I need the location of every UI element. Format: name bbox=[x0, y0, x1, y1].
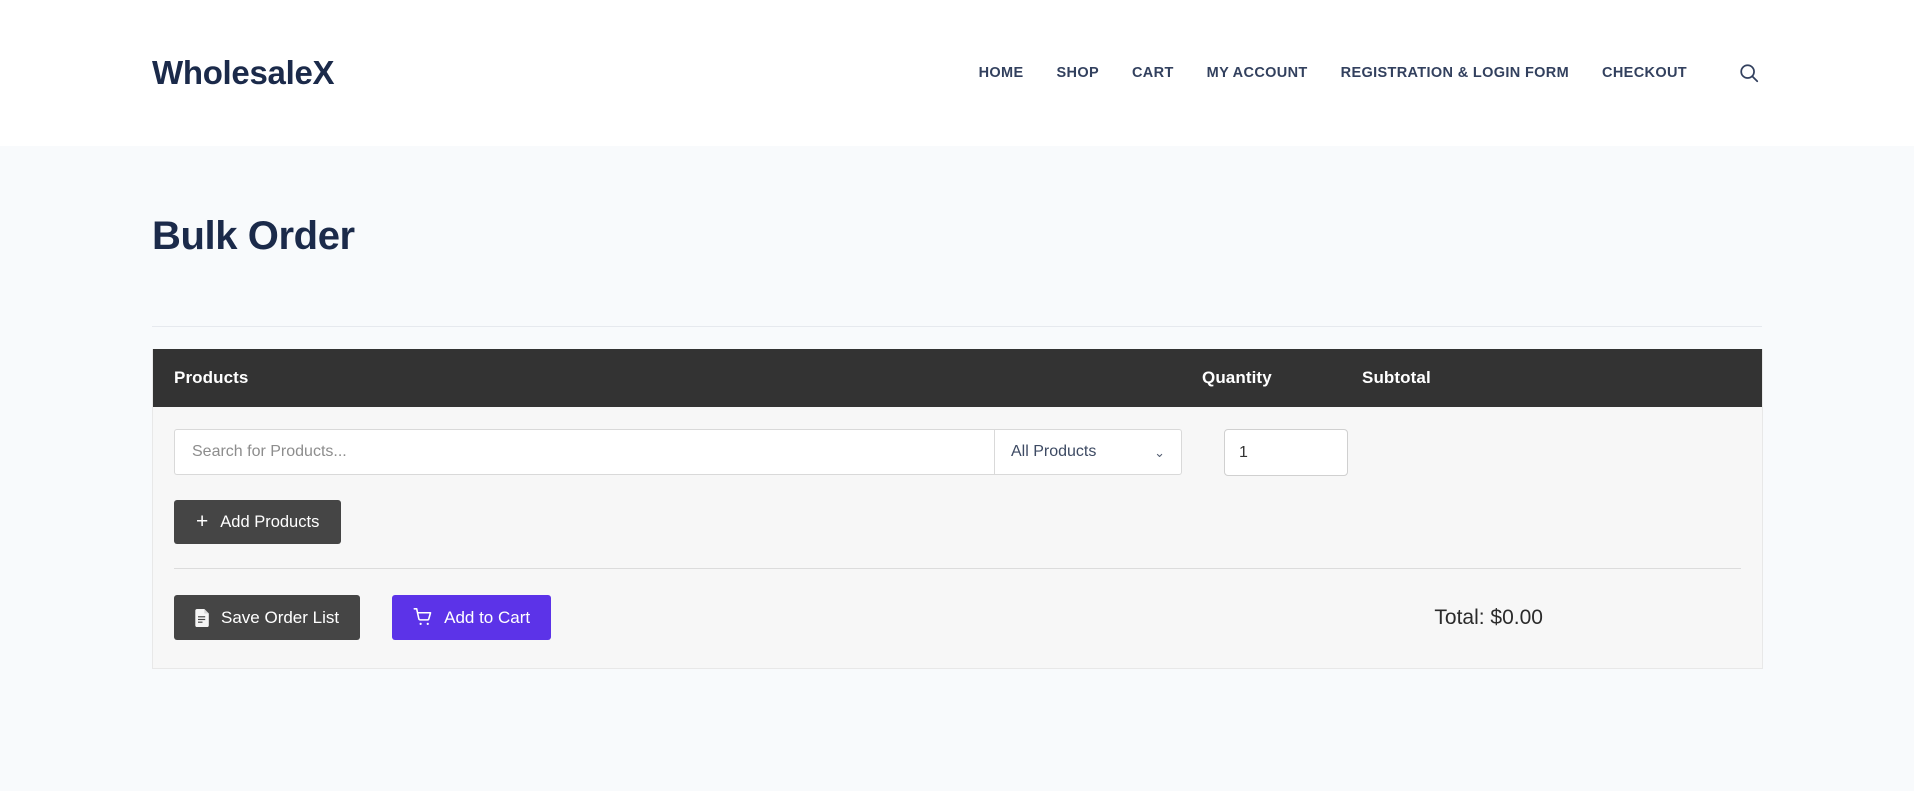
quantity-cell bbox=[1224, 429, 1348, 476]
plus-icon: + bbox=[196, 509, 209, 533]
add-to-cart-button[interactable]: Add to Cart bbox=[392, 595, 552, 640]
product-category-select[interactable]: All Products ⌄ bbox=[994, 429, 1182, 475]
product-entry-row: All Products ⌄ bbox=[174, 429, 1741, 476]
search-icon[interactable] bbox=[1736, 60, 1762, 86]
title-divider bbox=[152, 326, 1762, 327]
bulk-order-table-body: All Products ⌄ + Add Products bbox=[153, 407, 1762, 668]
nav-item-checkout[interactable]: CHECKOUT bbox=[1602, 65, 1687, 81]
product-category-value: All Products bbox=[1011, 443, 1097, 460]
nav-item-cart[interactable]: CART bbox=[1132, 65, 1174, 81]
nav-item-home[interactable]: HOME bbox=[979, 65, 1024, 81]
save-order-list-button[interactable]: Save Order List bbox=[174, 595, 361, 640]
product-search-group: All Products ⌄ bbox=[174, 429, 1183, 475]
site-logo[interactable]: WholesaleX bbox=[152, 54, 335, 92]
quantity-input[interactable] bbox=[1224, 429, 1348, 476]
nav-item-my-account[interactable]: MY ACCOUNT bbox=[1207, 65, 1308, 81]
nav-item-registration-login-form[interactable]: REGISTRATION & LOGIN FORM bbox=[1341, 65, 1569, 81]
add-products-button[interactable]: + Add Products bbox=[174, 500, 342, 544]
product-search-input[interactable] bbox=[174, 429, 995, 475]
page-body: Bulk Order Products Quantity Subtotal Al… bbox=[0, 146, 1914, 791]
document-icon bbox=[195, 608, 210, 627]
column-header-products: Products bbox=[174, 368, 249, 387]
bulk-order-action-row: Save Order List Add to Cart Total: $0.00 bbox=[174, 569, 1741, 668]
site-header: WholesaleX HOME SHOP CART MY ACCOUNT REG… bbox=[0, 0, 1914, 146]
save-order-list-label: Save Order List bbox=[221, 607, 340, 627]
column-header-subtotal: Subtotal bbox=[1362, 368, 1431, 387]
primary-navigation: HOME SHOP CART MY ACCOUNT REGISTRATION &… bbox=[979, 60, 1762, 86]
bulk-order-panel: Products Quantity Subtotal All Products … bbox=[152, 349, 1763, 669]
nav-item-shop[interactable]: SHOP bbox=[1056, 65, 1099, 81]
chevron-down-icon: ⌄ bbox=[1154, 444, 1165, 460]
column-header-quantity: Quantity bbox=[1202, 368, 1272, 387]
add-products-label: Add Products bbox=[220, 512, 320, 531]
shopping-cart-icon bbox=[413, 608, 433, 627]
add-to-cart-label: Add to Cart bbox=[444, 607, 531, 627]
page-title: Bulk Order bbox=[152, 214, 355, 258]
bulk-order-table-header: Products Quantity Subtotal bbox=[153, 349, 1762, 407]
order-total: Total: $0.00 bbox=[1434, 605, 1543, 629]
